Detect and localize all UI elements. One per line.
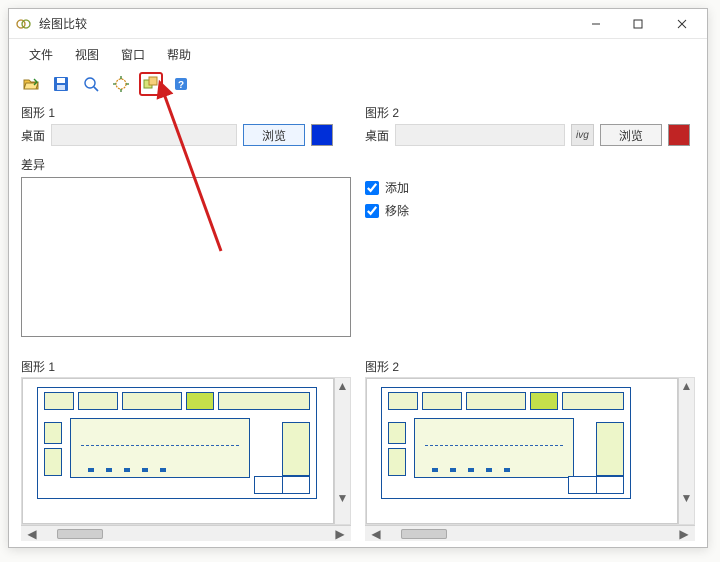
cad-drawing-2: [381, 387, 631, 499]
open-file-button[interactable]: [19, 72, 43, 96]
info-button[interactable]: ?: [169, 72, 193, 96]
graphic1-color-swatch[interactable]: [311, 124, 333, 146]
graphic1-browse-button[interactable]: 浏览: [243, 124, 305, 146]
check-add[interactable]: 添加: [365, 179, 695, 196]
close-button[interactable]: [659, 10, 705, 38]
compare-button[interactable]: [139, 72, 163, 96]
graphic2-path-input[interactable]: [395, 124, 565, 146]
maximize-button[interactable]: [617, 10, 659, 38]
preview1-hscroll[interactable]: ◀▶: [21, 525, 351, 541]
graphic2-browse-button[interactable]: 浏览: [600, 124, 662, 146]
menu-view[interactable]: 视图: [65, 43, 109, 66]
graphic2-path-prefix: 桌面: [365, 127, 389, 144]
graphic1-label: 图形 1: [21, 102, 351, 124]
preview2-vscroll[interactable]: ▲▼: [678, 378, 694, 524]
preview1-block: ▲▼ ◀▶: [21, 377, 351, 541]
titlebar: 绘图比较: [9, 9, 707, 39]
diff-label: 差异: [21, 154, 351, 177]
preview2-canvas[interactable]: [366, 378, 678, 524]
svg-text:?: ?: [178, 80, 184, 91]
app-icon: [15, 15, 33, 33]
preview2-block: ▲▼ ◀▶: [365, 377, 695, 541]
check-remove-label: 移除: [385, 202, 409, 219]
menu-file[interactable]: 文件: [19, 43, 63, 66]
graphic2-color-swatch[interactable]: [668, 124, 690, 146]
zoom-fit-button[interactable]: [79, 72, 103, 96]
toolbar: ?: [9, 72, 707, 102]
menu-window[interactable]: 窗口: [111, 43, 155, 66]
preview2-label: 图形 2: [365, 352, 695, 377]
content: 图形 1 图形 2 桌面 浏览 桌面 ivg 浏览 差异 添加: [9, 102, 707, 547]
check-remove[interactable]: 移除: [365, 202, 695, 219]
check-add-label: 添加: [385, 179, 409, 196]
graphic1-path-input[interactable]: [51, 124, 237, 146]
window-title: 绘图比较: [39, 15, 87, 32]
preview2-hscroll[interactable]: ◀▶: [365, 525, 695, 541]
preview1-vscroll[interactable]: ▲▼: [334, 378, 350, 524]
graphic2-path-row: 桌面 ivg 浏览: [365, 124, 695, 146]
preview1-canvas[interactable]: [22, 378, 334, 524]
graphic2-extension: ivg: [571, 124, 594, 146]
cad-drawing-1: [37, 387, 317, 499]
preview1-label: 图形 1: [21, 352, 351, 377]
minimize-button[interactable]: [575, 10, 617, 38]
diff-filters: 添加 移除: [365, 177, 695, 352]
check-remove-input[interactable]: [365, 204, 379, 218]
menubar: 文件 视图 窗口 帮助: [9, 39, 707, 72]
drawing-compare-window: 绘图比较 文件 视图 窗口 帮助: [8, 8, 708, 548]
check-add-input[interactable]: [365, 181, 379, 195]
graphic2-label: 图形 2: [365, 102, 695, 124]
save-button[interactable]: [49, 72, 73, 96]
pan-view-button[interactable]: [109, 72, 133, 96]
graphic1-path-row: 桌面 浏览: [21, 124, 351, 146]
graphic1-path-prefix: 桌面: [21, 127, 45, 144]
diff-list[interactable]: [21, 177, 351, 337]
menu-help[interactable]: 帮助: [157, 43, 201, 66]
